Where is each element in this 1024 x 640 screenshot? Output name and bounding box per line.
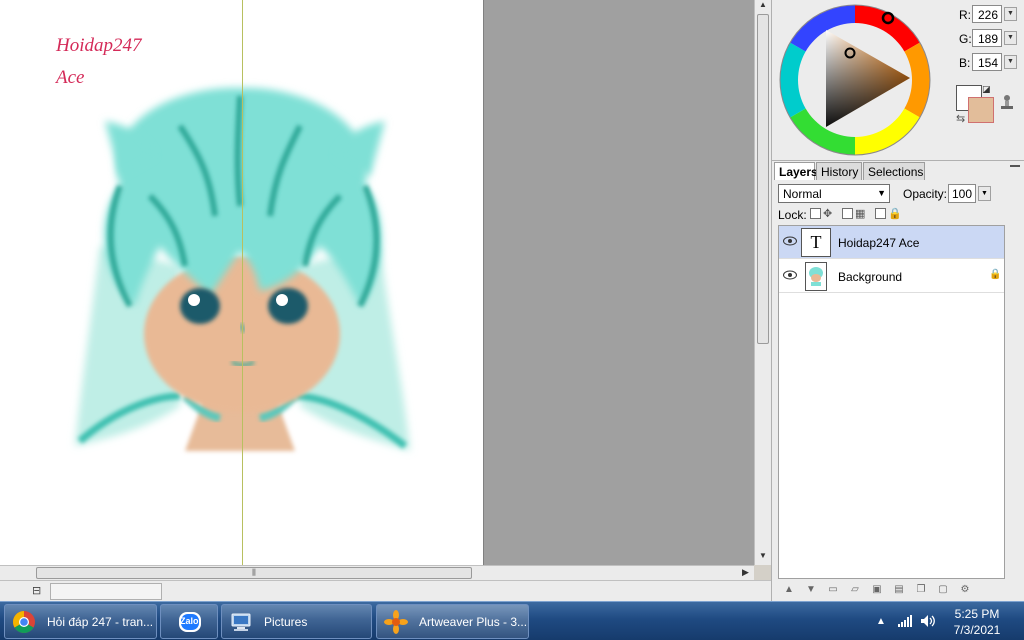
swap-colors-icon[interactable]: ⇆	[956, 112, 965, 125]
layer-properties-icon[interactable]: ▤	[892, 583, 906, 597]
blue-value-input[interactable]: 154	[972, 53, 1002, 71]
taskbar-item-label: Hỏi đáp 247 - tran...	[47, 615, 154, 629]
vertical-scrollbar[interactable]: ▲ ▼	[754, 0, 771, 565]
lock-all-icon: 🔒	[888, 208, 902, 220]
horizontal-scrollbar[interactable]: ⫼ ▶	[0, 565, 754, 580]
chevron-down-icon: ▼	[877, 188, 886, 198]
blue-dropdown-icon[interactable]: ▼	[1004, 55, 1017, 69]
layer-effects-icon[interactable]: ▣	[870, 583, 884, 597]
move-layer-down-icon[interactable]: ▼	[804, 583, 818, 597]
windows-taskbar: Hỏi đáp 247 - tran... Zalo Pictures Artw…	[0, 601, 1024, 640]
chibi-character-drawing	[75, 87, 410, 451]
lock-pixels-checkbox[interactable]	[842, 208, 853, 219]
layer-name: Background	[838, 270, 903, 284]
blue-label: B:	[959, 56, 971, 70]
lock-transparency-checkbox[interactable]	[810, 208, 821, 219]
background-layer-thumbnail	[805, 262, 827, 291]
opacity-label: Opacity:	[903, 187, 948, 201]
volume-icon[interactable]	[920, 614, 936, 628]
tab-selections[interactable]: Selections	[863, 162, 925, 180]
panel-menu-icon[interactable]	[1010, 165, 1020, 173]
scroll-right-arrow-icon[interactable]: ▶	[742, 567, 749, 578]
show-hidden-icons-icon[interactable]: ▲	[876, 616, 886, 627]
layer-list: T Hoidap247 Ace Background 🔒	[778, 225, 1005, 579]
lock-icon: 🔒	[989, 269, 1002, 280]
scroll-down-arrow-icon[interactable]: ▼	[759, 551, 767, 560]
red-value-input[interactable]: 226	[972, 5, 1002, 23]
red-label: R:	[959, 8, 971, 22]
taskbar-item-label: Artweaver Plus - 3...	[419, 615, 528, 629]
lock-position-icon: ✥	[823, 208, 833, 220]
layer-name: Hoidap247 Ace	[838, 236, 920, 250]
delete-layer-icon[interactable]: ⚙	[958, 583, 972, 597]
color-wheel[interactable]	[778, 3, 932, 157]
taskbar-item-zalo[interactable]: Zalo	[160, 604, 218, 639]
tab-layers[interactable]: Layers	[774, 162, 818, 180]
move-layer-up-icon[interactable]: ▲	[782, 583, 796, 597]
taskbar-item-label: Pictures	[264, 615, 308, 629]
tab-history[interactable]: History	[816, 162, 862, 180]
taskbar-item-artweaver[interactable]: Artweaver Plus - 3...	[376, 604, 529, 639]
clock-time: 5:25 PM	[954, 607, 1000, 621]
color-panel: R: 226 ▼ G: 189 ▼ B: 154 ▼ ◪ ⇆	[772, 0, 1024, 158]
layers-panel: Layers History Selections Normal ▼ Opaci…	[772, 160, 1024, 601]
eye-visibility-icon[interactable]	[783, 236, 797, 246]
lock-image-icon: ▦	[855, 208, 866, 220]
vertical-scroll-thumb[interactable]	[757, 14, 769, 344]
right-panel: R: 226 ▼ G: 189 ▼ B: 154 ▼ ◪ ⇆ Layers Hi…	[771, 0, 1024, 601]
horizontal-scroll-thumb[interactable]: ⫼	[36, 567, 472, 579]
clock-date: 7/3/2021	[953, 623, 1001, 637]
canvas-workspace[interactable]: Hoidap247 Ace	[0, 0, 754, 565]
green-label: G:	[959, 32, 972, 46]
vertical-guide-line[interactable]	[242, 0, 243, 565]
status-field	[50, 583, 162, 600]
layer-toolbar: ▲ ▼ ▭ ▱ ▣ ▤ ❐ ▢ ⚙	[778, 583, 1018, 599]
lock-all-checkbox[interactable]	[875, 208, 886, 219]
lock-label: Lock:	[778, 208, 807, 222]
taskbar-item-chrome[interactable]: Hỏi đáp 247 - tran...	[4, 604, 157, 639]
status-bar: ⊟	[0, 580, 771, 601]
layer-list-scrollbar[interactable]	[1008, 225, 1023, 579]
computer-icon	[231, 613, 251, 631]
blend-mode-value: Normal	[783, 187, 822, 201]
green-value-input[interactable]: 189	[972, 29, 1002, 47]
merge-layer-icon[interactable]: ▢	[936, 583, 950, 597]
opacity-dropdown-icon[interactable]: ▼	[978, 186, 991, 201]
layer-row-background[interactable]: Background 🔒	[779, 260, 1004, 293]
red-dropdown-icon[interactable]: ▼	[1004, 7, 1017, 21]
new-layer-icon[interactable]: ▭	[826, 583, 840, 597]
network-signal-icon[interactable]	[898, 614, 912, 628]
artweaver-icon	[384, 610, 408, 634]
eyedropper-icon[interactable]	[1000, 94, 1014, 110]
system-clock[interactable]: 5:25 PM 7/3/2021	[944, 606, 1010, 638]
text-layer-thumbnail: T	[801, 228, 831, 257]
reset-colors-icon[interactable]: ◪	[982, 84, 991, 95]
taskbar-item-pictures[interactable]: Pictures	[221, 604, 372, 639]
chrome-icon	[13, 611, 35, 633]
new-group-icon[interactable]: ▱	[848, 583, 862, 597]
duplicate-layer-icon[interactable]: ❐	[914, 583, 928, 597]
opacity-input[interactable]: 100	[948, 184, 976, 203]
canvas-text-line1: Hoidap247	[56, 35, 142, 56]
zalo-logo-text: Zalo	[180, 616, 199, 626]
eye-visibility-icon[interactable]	[783, 270, 797, 280]
blend-mode-select[interactable]: Normal ▼	[778, 184, 890, 203]
green-dropdown-icon[interactable]: ▼	[1004, 31, 1017, 45]
foreground-color-swatch[interactable]	[968, 97, 994, 123]
layer-row-text[interactable]: T Hoidap247 Ace	[779, 226, 1004, 259]
image-canvas[interactable]: Hoidap247 Ace	[0, 0, 484, 565]
scroll-up-arrow-icon[interactable]: ▲	[759, 0, 767, 9]
navigator-icon[interactable]: ⊟	[32, 585, 44, 597]
